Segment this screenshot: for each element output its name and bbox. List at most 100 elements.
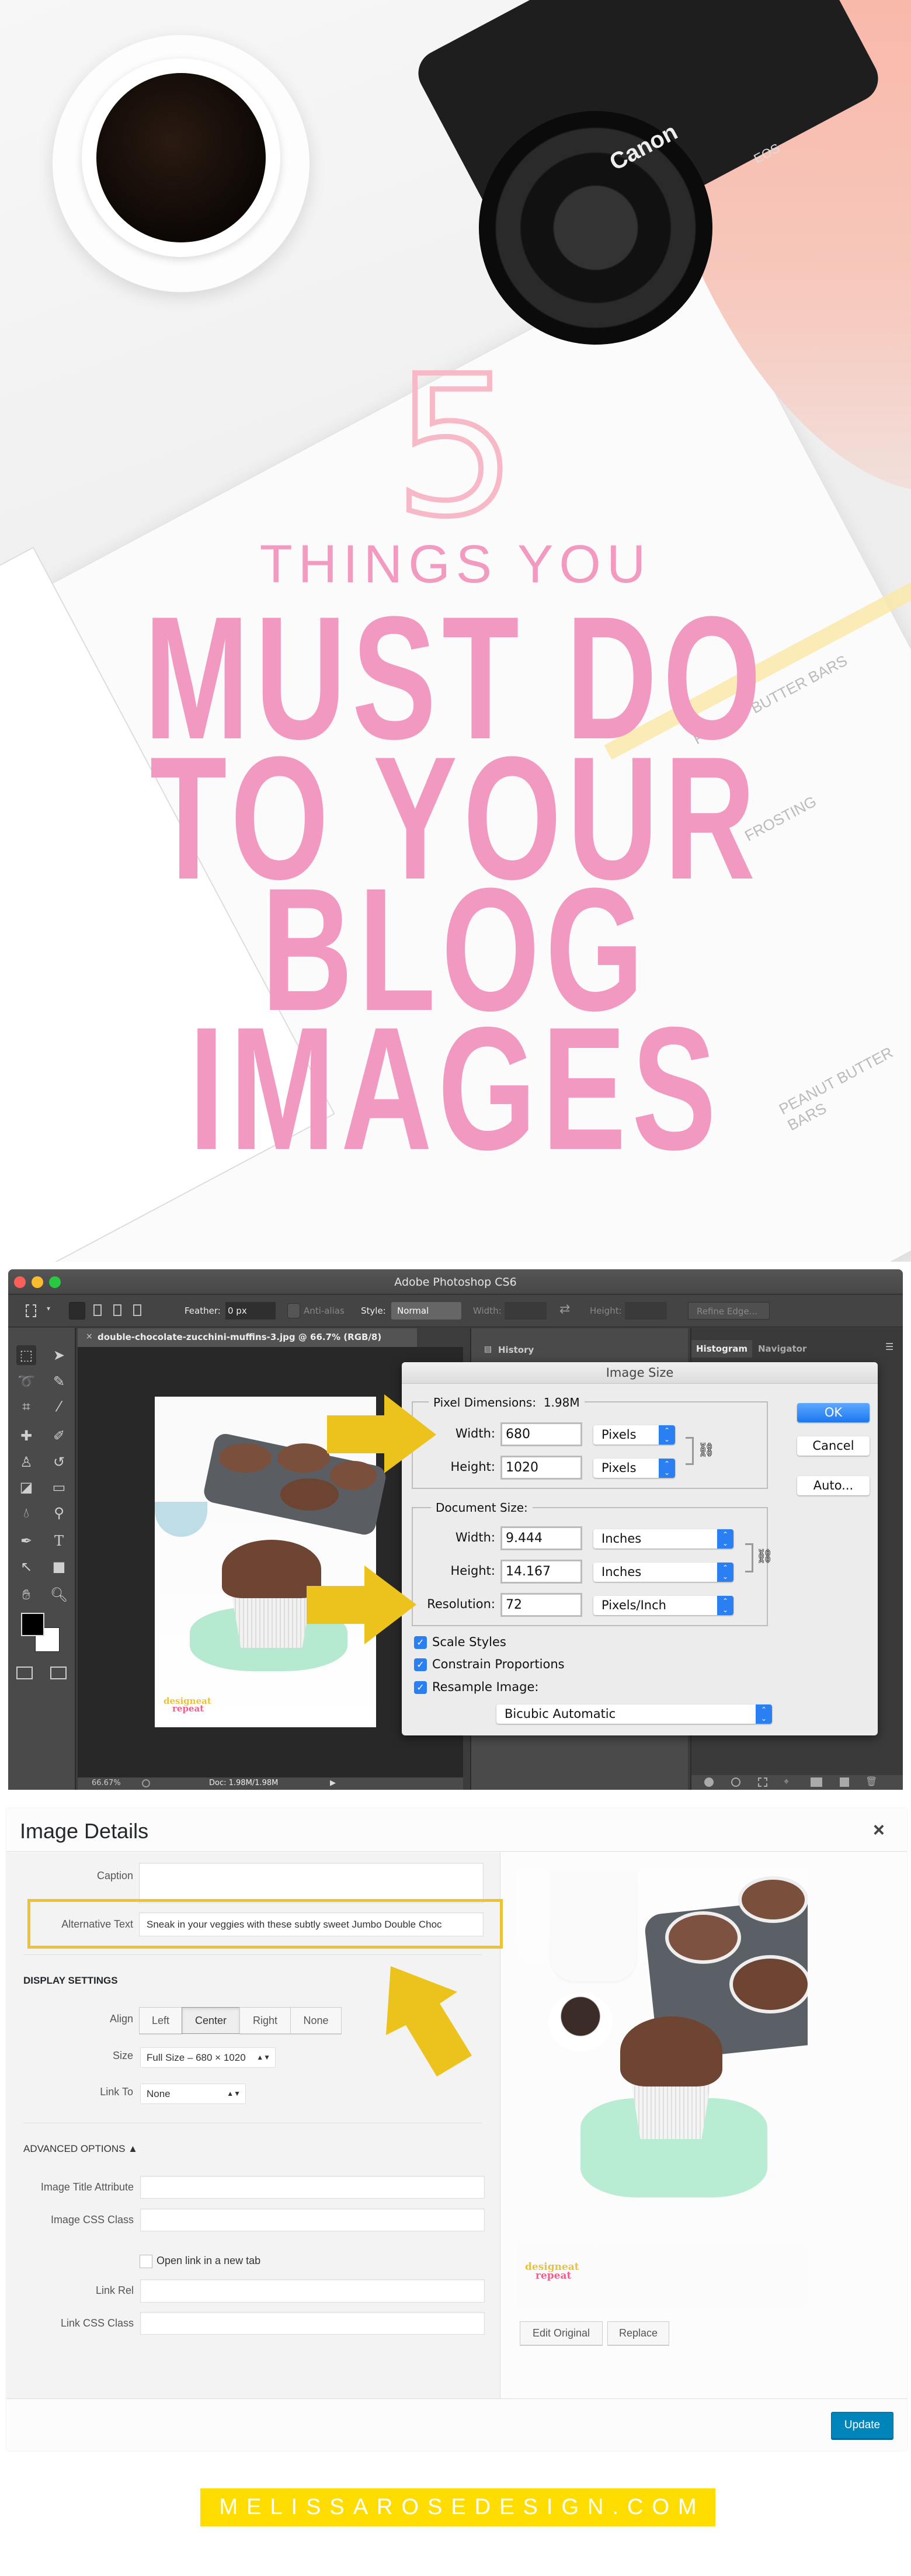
healing-brush-icon[interactable]: ✚	[16, 1426, 36, 1446]
intersect-selection-icon[interactable]	[133, 1304, 141, 1316]
document-tab-label: double-chocolate-zucchini-muffins-3.jpg …	[98, 1332, 382, 1342]
height-input[interactable]	[625, 1302, 667, 1320]
feather-input[interactable]: 0 px	[225, 1302, 276, 1320]
edit-original-button[interactable]: Edit Original	[520, 2321, 603, 2345]
stepper-icon: ⌃ ⌄	[659, 1425, 675, 1445]
eraser-tool-icon[interactable]: ◪	[16, 1477, 36, 1497]
path-select-icon[interactable]: ↖	[16, 1557, 36, 1577]
blur-tool-icon[interactable]: 💧︎	[16, 1503, 36, 1523]
quick-mask-icon[interactable]	[16, 1667, 33, 1679]
play-icon[interactable]: ▶	[330, 1779, 336, 1787]
close-tab-icon[interactable]: ×	[86, 1332, 93, 1341]
history-brush-icon[interactable]: ↺	[49, 1452, 69, 1472]
pixel-width-unit-select[interactable]: Pixels ⌃ ⌄	[593, 1425, 675, 1445]
stepper-icon: ⌃ ⌄	[659, 1459, 675, 1478]
cancel-button[interactable]: Cancel	[797, 1436, 870, 1456]
marquee-tool-icon[interactable]	[26, 1304, 36, 1317]
lasso-tool-icon[interactable]: ➰	[16, 1372, 36, 1391]
align-none-button[interactable]: None	[290, 2007, 342, 2034]
modal-title: Image Details	[20, 1819, 149, 1843]
foreground-color-swatch[interactable]	[21, 1613, 44, 1636]
document-tab[interactable]: × double-chocolate-zucchini-muffins-3.jp…	[78, 1328, 417, 1347]
eyedropper-icon[interactable]: ⁄	[49, 1397, 69, 1417]
mask-icon[interactable]	[811, 1777, 822, 1787]
new-selection-icon[interactable]	[69, 1302, 85, 1320]
fill-icon[interactable]	[704, 1777, 714, 1787]
shape-tool-icon[interactable]: ■	[49, 1557, 69, 1577]
resample-method-select[interactable]: Bicubic Automatic ⌃ ⌄	[496, 1704, 772, 1724]
pixel-height-unit-select[interactable]: Pixels ⌃ ⌄	[593, 1459, 675, 1478]
add-selection-icon[interactable]	[93, 1304, 102, 1316]
refine-edge-button[interactable]: Refine Edge...	[688, 1302, 770, 1320]
align-center-button[interactable]: Center	[182, 2007, 240, 2034]
width-input[interactable]	[505, 1302, 547, 1320]
doc-width-input[interactable]: 9.444	[500, 1526, 582, 1550]
history-icon[interactable]: ▤	[484, 1345, 492, 1354]
move-tool-icon[interactable]: ➤	[49, 1345, 69, 1365]
title-line: IMAGES	[189, 990, 722, 1186]
zoom-tool-icon[interactable]: 🔍︎	[49, 1585, 69, 1605]
link-to-select[interactable]: None ▲▼	[140, 2084, 246, 2104]
resolution-input[interactable]: 72	[500, 1593, 582, 1617]
resolution-unit-select[interactable]: Pixels/Inch ⌃ ⌄	[593, 1596, 733, 1615]
site-banner[interactable]: MELISSAROSEDESIGN.COM	[200, 2488, 715, 2526]
image-css-input[interactable]	[140, 2209, 485, 2231]
pixel-height-input[interactable]: 1020	[500, 1456, 582, 1480]
muffin-cups-stack	[551, 1870, 636, 1981]
chevron-down-icon[interactable]: ▾	[47, 1304, 50, 1313]
link-rel-input[interactable]	[140, 2279, 485, 2303]
screen-mode-icon[interactable]	[50, 1667, 67, 1679]
ok-button[interactable]: OK	[797, 1403, 870, 1422]
align-right-button[interactable]: Right	[239, 2007, 291, 2034]
size-select[interactable]: Full Size – 680 × 1020 ▲▼	[140, 2047, 276, 2068]
chain-link-icon[interactable]: ⛓︎	[756, 1548, 773, 1564]
auto-button[interactable]: Auto...	[797, 1476, 870, 1495]
doc-width-unit-select[interactable]: Inches ⌃ ⌄	[593, 1529, 733, 1549]
history-label[interactable]: History	[498, 1345, 534, 1355]
tab-navigator[interactable]: Navigator	[753, 1340, 811, 1358]
style-select[interactable]: Normal	[391, 1302, 461, 1320]
unit-value: Inches	[601, 1532, 642, 1546]
constrain-proportions-checkbox[interactable]: ✓	[414, 1658, 427, 1671]
zoom-level[interactable]: 66.67%	[92, 1779, 121, 1787]
tab-histogram[interactable]: Histogram	[691, 1340, 752, 1358]
brush-tool-icon[interactable]: ✐	[49, 1426, 69, 1446]
pixel-width-input[interactable]: 680	[500, 1422, 582, 1446]
doc-height-input[interactable]: 14.167	[500, 1560, 582, 1584]
advanced-options-toggle[interactable]: ADVANCED OPTIONS ▲	[23, 2143, 138, 2155]
resample-image-checkbox[interactable]: ✓	[414, 1681, 427, 1694]
close-button[interactable]: ×	[873, 1819, 885, 1842]
quick-select-icon[interactable]: ✎	[49, 1372, 69, 1391]
chain-link-icon[interactable]: ⛓︎	[697, 1442, 715, 1458]
replace-button[interactable]: Replace	[607, 2321, 669, 2345]
crop-tool-icon[interactable]: ⌗	[16, 1397, 36, 1417]
swap-icon[interactable]: ⇄	[559, 1302, 570, 1317]
open-new-tab-checkbox[interactable]	[140, 2255, 152, 2268]
hand-tool-icon[interactable]: ✋︎	[16, 1585, 36, 1605]
link-css-input[interactable]	[140, 2312, 485, 2335]
dodge-tool-icon[interactable]: ⚲	[49, 1503, 69, 1523]
target-icon[interactable]: ⌖	[784, 1776, 789, 1787]
status-icon[interactable]	[142, 1779, 150, 1787]
type-tool-icon[interactable]: T	[49, 1531, 69, 1551]
caption-textarea[interactable]	[139, 1863, 484, 1903]
stroke-icon[interactable]	[731, 1777, 740, 1787]
selection-icon[interactable]	[758, 1777, 767, 1787]
doc-height-unit-select[interactable]: Inches ⌃ ⌄	[593, 1563, 733, 1582]
trash-icon[interactable]: 🗑︎	[865, 1776, 877, 1787]
new-icon[interactable]	[840, 1777, 849, 1787]
scale-styles-checkbox[interactable]: ✓	[414, 1636, 427, 1649]
pen-tool-icon[interactable]: ✒	[16, 1531, 36, 1551]
image-title-input[interactable]	[140, 2176, 485, 2199]
document-size-label: Document Size:	[431, 1501, 533, 1515]
antialias-checkbox[interactable]	[287, 1303, 300, 1318]
width-label: Width:	[473, 1306, 502, 1316]
subtract-selection-icon[interactable]	[113, 1304, 121, 1316]
update-button[interactable]: Update	[831, 2412, 893, 2439]
marquee-tool-icon[interactable]: ⬚	[16, 1345, 36, 1365]
align-left-button[interactable]: Left	[139, 2007, 182, 2034]
gradient-tool-icon[interactable]: ▭	[49, 1477, 69, 1497]
alt-text-input[interactable]: Sneak in your veggies with these subtly …	[139, 1912, 484, 1936]
panel-menu-icon[interactable]: ☰	[885, 1341, 893, 1352]
stamp-tool-icon[interactable]: ♙	[16, 1452, 36, 1472]
